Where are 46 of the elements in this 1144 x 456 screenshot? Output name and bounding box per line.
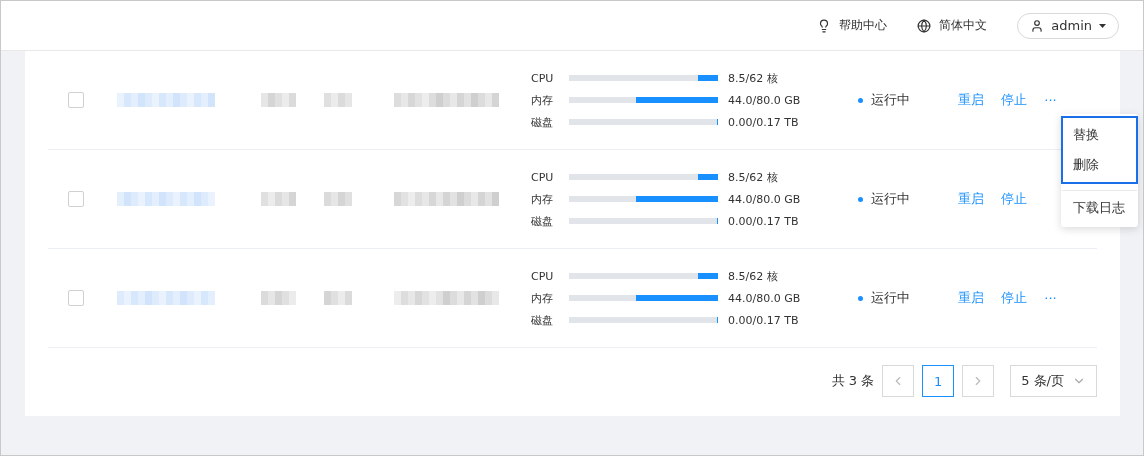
usage-value: 8.5/62 核 [728,268,779,284]
more-link[interactable]: ··· [1044,290,1057,306]
usage-value: 0.00/0.17 TB [728,214,800,228]
usage-value: 44.0/80.0 GB [728,93,801,107]
resource-label: 磁盘 [531,213,554,229]
menu-item[interactable]: 替换 [1063,120,1136,150]
resource-label: CPU [531,71,555,85]
resource-label: 磁盘 [531,312,554,328]
page-button[interactable]: 1 [922,365,955,397]
row-checkbox[interactable] [68,191,84,207]
user-icon [1030,18,1045,33]
usage-value: 0.00/0.17 TB [728,115,800,129]
action-link[interactable]: 重启 [958,91,985,109]
resource-label: 内存 [531,92,554,108]
next-page-button[interactable] [962,365,995,397]
action-link[interactable]: 重启 [958,190,985,208]
action-link[interactable]: 停止 [1001,91,1028,109]
menu-item[interactable]: 删除 [1063,150,1136,180]
status-label: 运行中 [871,289,911,307]
page-size-select[interactable]: 5 条/页 [1010,365,1097,397]
action-link[interactable]: 停止 [1001,190,1028,208]
usage-value: 44.0/80.0 GB [728,192,801,206]
usage-value: 0.00/0.17 TB [728,313,800,327]
caret-icon [1099,23,1106,28]
status-label: 运行中 [871,91,911,109]
usage-value: 8.5/62 核 [728,169,779,185]
usage-value: 8.5/62 核 [728,70,779,86]
action-link[interactable]: 停止 [1001,289,1028,307]
help-center-link[interactable]: 帮助中心 [817,17,888,34]
resource-label: CPU [531,170,555,184]
resource-label: 磁盘 [531,114,554,130]
resource-label: 内存 [531,191,554,207]
row-checkbox[interactable] [68,92,84,108]
row-checkbox[interactable] [68,290,84,306]
resource-label: 内存 [531,290,554,306]
total-count: 共 3 条 [831,372,875,390]
resource-label: CPU [531,269,555,283]
status-label: 运行中 [871,190,911,208]
prev-page-button[interactable] [882,365,915,397]
globe-icon [917,18,932,33]
action-link[interactable]: 重启 [958,289,985,307]
menu-item[interactable]: 下载日志 [1063,193,1136,223]
user-menu-button[interactable]: admin [1017,12,1119,39]
more-link[interactable]: ··· [1044,92,1057,108]
language-selector[interactable]: 简体中文 [917,17,988,34]
usage-value: 44.0/80.0 GB [728,291,801,305]
